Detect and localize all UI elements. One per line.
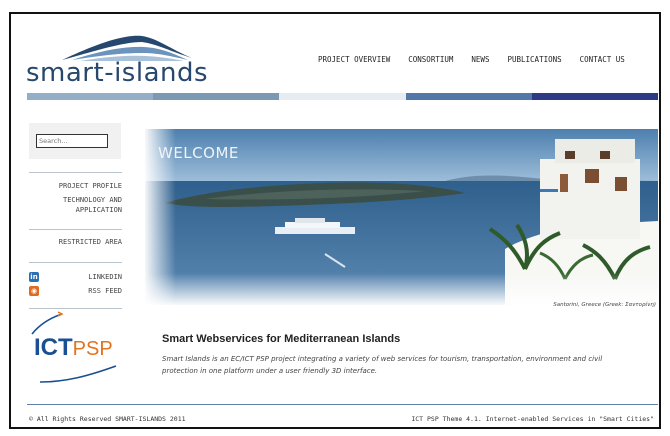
main-nav: PROJECT OVERVIEW CONSORTIUM NEWS PUBLICA…: [318, 55, 643, 64]
footer-divider: [27, 404, 658, 405]
sidebar-link-linkedin[interactable]: LINKEDIN: [88, 272, 122, 283]
sidebar-link-project-profile[interactable]: PROJECT PROFILE: [59, 181, 122, 192]
logo-text: smart-islands: [26, 58, 209, 88]
site-logo[interactable]: smart-islands: [26, 30, 216, 92]
hero-caption: Santorini, Greece (Greek: Σαντορίνη): [553, 302, 656, 308]
search-input[interactable]: [36, 134, 108, 148]
sidebar-divider: [29, 172, 122, 173]
psp-text: PSP: [72, 338, 113, 360]
ictpsp-logo[interactable]: ICTPSP: [28, 308, 128, 388]
hero-title: WELCOME: [158, 144, 239, 162]
linkedin-icon[interactable]: in: [29, 272, 39, 282]
nav-consortium[interactable]: CONSORTIUM: [408, 55, 453, 64]
page-description: Smart Islands is an EC/ICT PSP project i…: [162, 355, 603, 375]
ict-text: ICT: [34, 334, 73, 361]
nav-news[interactable]: NEWS: [471, 55, 489, 64]
rss-icon[interactable]: ◉: [29, 286, 39, 296]
page-headline: Smart Webservices for Mediterranean Isla…: [162, 333, 401, 345]
footer-copyright: © All Rights Reserved SMART-ISLANDS 2011: [29, 415, 186, 423]
sidebar-link-restricted-area[interactable]: RESTRICTED AREA: [59, 237, 122, 248]
nav-publications[interactable]: PUBLICATIONS: [507, 55, 561, 64]
search-box: [29, 123, 121, 159]
sidebar-divider: [29, 229, 122, 230]
stripe-segment: [279, 93, 406, 100]
nav-contact-us[interactable]: CONTACT US: [580, 55, 625, 64]
ictpsp-logo-text: ICTPSP: [34, 334, 113, 362]
stripe-segment: [405, 93, 532, 100]
stripe-segment: [531, 93, 659, 100]
stripe-segment: [153, 93, 280, 100]
sidebar-link-application[interactable]: APPLICATION: [76, 205, 122, 216]
header-color-stripes: [27, 93, 659, 100]
stripe-segment: [27, 93, 154, 100]
nav-project-overview[interactable]: PROJECT OVERVIEW: [318, 55, 390, 64]
sidebar-link-rss[interactable]: RSS FEED: [88, 286, 122, 297]
footer-theme: ICT PSP Theme 4.1. Internet-enabled Serv…: [411, 415, 654, 423]
sidebar-divider: [29, 262, 122, 263]
